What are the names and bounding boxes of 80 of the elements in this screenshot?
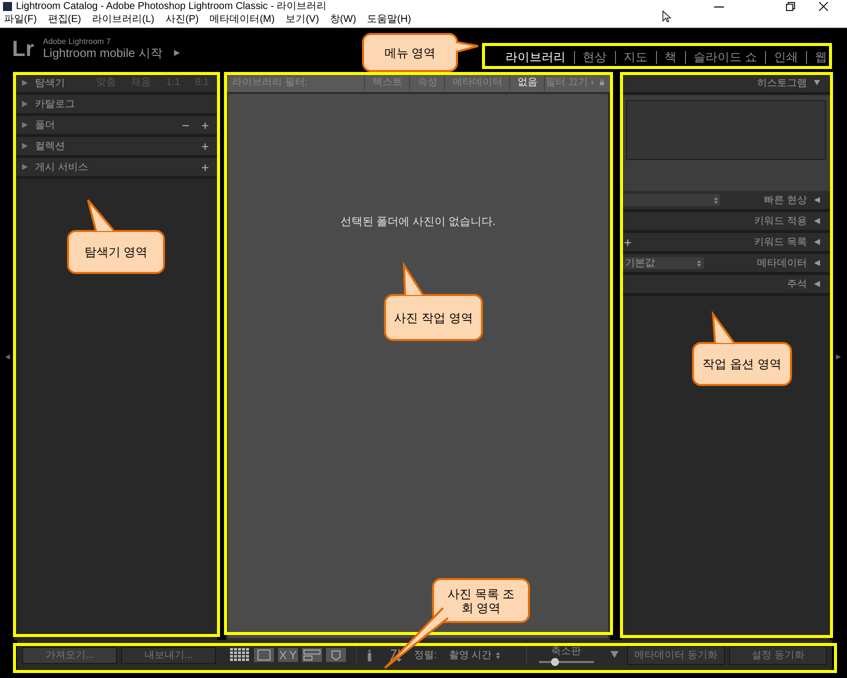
module-tab[interactable]: 현상 [582, 51, 607, 63]
menu-item[interactable]: 편집(E) [48, 15, 82, 25]
module-tab[interactable]: 라이브러리 [506, 51, 566, 63]
panel-title: 컬렉션 [35, 140, 65, 154]
panel-title: 폴더 [35, 118, 55, 132]
menu-item[interactable]: 사진(P) [165, 15, 199, 25]
panel-title: 게시 서비스 [35, 160, 88, 174]
slider-thumb[interactable] [551, 658, 560, 666]
panel-action[interactable]: + [201, 118, 209, 132]
panel-title: 탐색기 [35, 76, 65, 90]
version-label: Adobe Lightroom 7 [43, 38, 112, 46]
module-tab[interactable]: 웹 [815, 51, 827, 63]
sort-label: 정렬: [414, 648, 437, 662]
panel-title: 주석 [787, 278, 807, 292]
compare-view-icon[interactable] [278, 648, 298, 662]
window-title: Lightroom Catalog - Adobe Photoshop Lightroom Classic - 라이브러리 [16, 2, 327, 12]
panel-header[interactable]: 카탈로그 [14, 95, 217, 116]
panel-title: 메타데이터 [757, 256, 807, 270]
panel-header[interactable]: 히스토그램 [622, 74, 830, 95]
menu-item[interactable]: 도움말(H) [367, 15, 412, 25]
panel-title: 히스토그램 [757, 76, 807, 90]
module-tab[interactable]: 슬라이드 쇼 [694, 51, 757, 63]
close-icon[interactable] [819, 2, 828, 11]
disclosure-icon [22, 164, 28, 170]
disclosure-icon [22, 122, 28, 128]
logo: Lr [12, 38, 34, 60]
restore-icon[interactable] [786, 2, 795, 11]
app-icon [3, 2, 12, 11]
panel-action[interactable]: + [201, 160, 209, 174]
grid-view-icon[interactable] [230, 648, 250, 662]
loupe-view-icon[interactable] [254, 648, 274, 662]
panel-title: 키워드 목록 [754, 236, 807, 250]
panel-title: 빠른 현상 [764, 194, 807, 208]
panel-action[interactable]: − [182, 118, 190, 132]
menu-item[interactable]: 창(W) [330, 15, 356, 25]
preset-dropdown[interactable]: 기본값 [622, 257, 704, 269]
menu-item[interactable]: 파일(F) [4, 15, 37, 25]
callout-pointer [385, 606, 450, 668]
menu-item[interactable]: 메타데이터(M) [210, 15, 275, 25]
callout: 메뉴 영역 [362, 33, 458, 72]
panel-header[interactable]: 기본값 메타데이터 [622, 254, 830, 275]
callout-pointer [710, 313, 736, 344]
module-tab[interactable]: 인쇄 [774, 51, 798, 63]
disclosure-icon [22, 143, 28, 149]
panel-header[interactable]: 게시 서비스 + [14, 158, 217, 179]
lock-icon[interactable] [600, 78, 604, 87]
play-icon [174, 50, 180, 56]
module-tab[interactable]: 책 [664, 51, 677, 63]
toolbar-menu-icon [610, 651, 619, 659]
panel-title: 키워드 적용 [754, 214, 807, 228]
up-down-arrows-icon [714, 196, 718, 204]
panel-header[interactable]: 폴더 − + [14, 116, 217, 137]
thumbnail-label: 축소판 [551, 647, 582, 657]
panel-header[interactable]: 빠른 현상 [622, 191, 830, 212]
menu-item[interactable]: 보기(V) [286, 15, 320, 25]
panel-header[interactable]: 주석 [622, 275, 830, 296]
callout-pointer [401, 264, 425, 296]
panel-title: 카탈로그 [35, 98, 75, 112]
panel-action[interactable]: + [201, 140, 209, 152]
panel-header[interactable]: 키워드 적용 [622, 212, 830, 233]
add-action[interactable]: + [624, 236, 632, 248]
callout: 사진 목록 조회 영역 [432, 578, 530, 623]
callout: 사진 작업 영역 [384, 294, 483, 341]
survey-view-icon[interactable] [302, 648, 322, 662]
module-tab[interactable]: 지도 [624, 51, 648, 63]
panel-header[interactable]: + 키워드 목록 [622, 233, 830, 254]
panel-header[interactable]: 컬렉션 + [14, 137, 217, 158]
disclosure-icon [22, 80, 28, 86]
up-down-arrows-icon [697, 260, 701, 266]
filter-option[interactable]: 없음 [509, 75, 544, 90]
up-down-arrows-icon [591, 79, 594, 86]
collapse-left-icon [4, 354, 10, 360]
collapse-right-icon [836, 354, 841, 360]
menu-item[interactable]: 라이브러리(L) [92, 15, 154, 25]
disclosure-icon [22, 101, 28, 107]
empty-message: 선택된 폴더에 사진이 없습니다. [340, 215, 496, 230]
sort-dropdown[interactable]: 촬영 시간 [448, 648, 492, 662]
mobile-link[interactable]: Lightroom mobile 시작 [43, 46, 162, 60]
callout: 작업 옵션 영역 [692, 342, 792, 386]
up-down-arrows-icon [496, 652, 500, 658]
